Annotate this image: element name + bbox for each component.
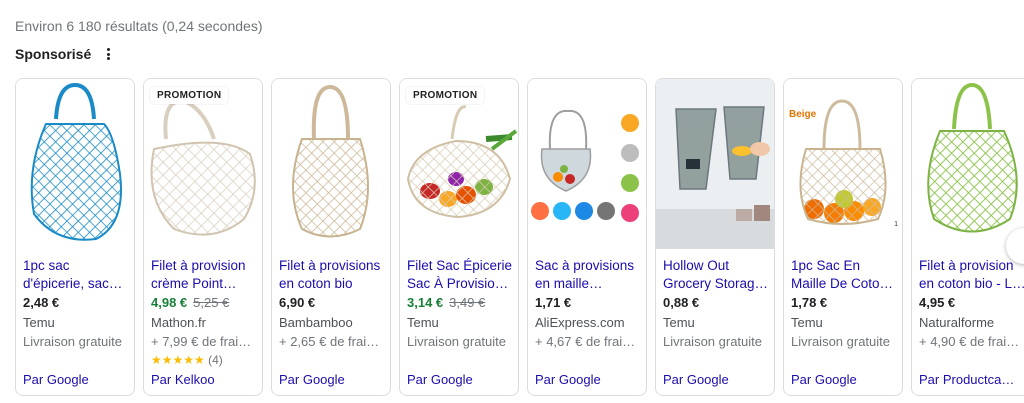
product-title[interactable]: Hollow Out Grocery Storag… xyxy=(663,257,773,293)
byline-link[interactable]: Par Kelkoo xyxy=(151,372,215,387)
product-price: 1,78 € xyxy=(791,295,828,310)
product-image[interactable] xyxy=(656,79,774,249)
multicolor-mesh-bags-icon xyxy=(531,109,639,222)
byline-link[interactable]: Par Google xyxy=(791,372,857,387)
product-title[interactable]: Sac à provisions en maille… xyxy=(535,257,645,293)
product-price: 6,90 € xyxy=(279,295,316,310)
product-title[interactable]: Filet à provision crème Point… xyxy=(151,257,261,293)
shipping-info: + 7,99 € de frai… xyxy=(151,334,252,349)
product-image[interactable] xyxy=(528,79,646,249)
product-price: 4,98 € xyxy=(151,295,188,310)
product-price: 2,48 € xyxy=(23,295,60,310)
product-card[interactable]: PROMOTION Filet Sac Épicerie Sac À Provis… xyxy=(399,78,519,396)
product-price: 3,14 € xyxy=(407,295,444,310)
results-stats: Environ 6 180 résultats (0,24 secondes) xyxy=(15,18,263,34)
cotton-mesh-bag-icon xyxy=(292,84,369,238)
blue-mesh-bag-icon xyxy=(30,82,122,241)
shipping-info: Livraison gratuite xyxy=(407,334,506,349)
shipping-info: Livraison gratuite xyxy=(791,334,890,349)
byline-link[interactable]: Par Google xyxy=(407,372,473,387)
sponsored-label: Sponsorisé xyxy=(15,46,92,62)
product-image[interactable]: PROMOTION xyxy=(400,79,518,249)
byline-link[interactable]: Par Google xyxy=(535,372,601,387)
merchant-name: Temu xyxy=(663,315,695,330)
product-image[interactable] xyxy=(912,79,1024,249)
shopping-carousel: 1pc sac d'épicerie, sac… 2,48 € Temu Livr… xyxy=(15,78,1024,396)
original-price: 5,25 € xyxy=(193,295,230,310)
cream-mesh-bag-icon xyxy=(150,98,256,236)
product-image[interactable] xyxy=(16,79,134,249)
product-price: 1,71 € xyxy=(535,295,572,310)
bag-with-vegetables-icon xyxy=(406,105,518,219)
merchant-name: Temu xyxy=(23,315,55,330)
product-rating: ★★★★★ (4) xyxy=(151,352,261,368)
merchant-name: Mathon.fr xyxy=(151,315,206,330)
product-title[interactable]: Filet à provisions en coton bio xyxy=(279,257,389,293)
product-card[interactable]: Beige 1 1pc Sac En Maille De Coto… 1,78 €… xyxy=(783,78,903,396)
product-image[interactable]: Beige 1 xyxy=(784,79,902,249)
merchant-name: AliExpress.com xyxy=(535,315,625,330)
product-card[interactable]: 1pc sac d'épicerie, sac… 2,48 € Temu Livr… xyxy=(15,78,135,396)
product-title[interactable]: 1pc Sac En Maille De Coto… xyxy=(791,257,901,293)
original-price: 3,49 € xyxy=(449,295,486,310)
product-price: 4,95 € xyxy=(919,295,956,310)
more-options-icon[interactable] xyxy=(103,46,113,62)
product-card[interactable]: Filet à provisions en coton bio 6,90 € Ba… xyxy=(271,78,391,396)
merchant-name: Bambamboo xyxy=(279,315,353,330)
merchant-name: Temu xyxy=(791,315,823,330)
promotion-badge: PROMOTION xyxy=(406,87,485,104)
beige-bag-oranges-icon xyxy=(799,99,887,225)
byline-link[interactable]: Par Productca… xyxy=(919,372,1014,387)
product-card[interactable]: Hollow Out Grocery Storag… 0,88 € Temu Li… xyxy=(655,78,775,396)
star-rating-icon: ★★★★★ xyxy=(151,353,205,367)
shipping-info: + 2,65 € de frai… xyxy=(279,334,380,349)
green-mesh-bag-icon xyxy=(927,82,1018,233)
hanging-storage-bags-icon xyxy=(656,79,774,249)
sponsored-header: Sponsorisé xyxy=(15,46,113,62)
merchant-name: Naturalforme xyxy=(919,315,995,330)
product-title[interactable]: Filet à provision en coton bio - L… xyxy=(919,257,1024,293)
byline-link[interactable]: Par Google xyxy=(663,372,729,387)
promotion-badge: PROMOTION xyxy=(150,87,229,104)
color-tag: Beige xyxy=(789,109,817,120)
byline-link[interactable]: Par Google xyxy=(279,372,345,387)
product-title[interactable]: Filet Sac Épicerie Sac À Provisio… xyxy=(407,257,517,293)
product-title[interactable]: 1pc sac d'épicerie, sac… xyxy=(23,257,133,293)
shipping-info: + 4,67 € de frai… xyxy=(535,334,636,349)
product-image[interactable] xyxy=(272,79,390,249)
rating-count: (4) xyxy=(208,353,223,367)
shipping-info: Livraison gratuite xyxy=(663,334,762,349)
product-price: 0,88 € xyxy=(663,295,700,310)
shipping-info: Livraison gratuite xyxy=(23,334,122,349)
image-corner-mark: 1 xyxy=(894,221,898,228)
merchant-name: Temu xyxy=(407,315,439,330)
product-image[interactable]: PROMOTION xyxy=(144,79,262,249)
product-card[interactable]: Sac à provisions en maille… 1,71 € AliExp… xyxy=(527,78,647,396)
shipping-info: + 4,90 € de frai… xyxy=(919,334,1020,349)
product-card[interactable]: PROMOTION Filet à provision crème Point… … xyxy=(143,78,263,396)
byline-link[interactable]: Par Google xyxy=(23,372,89,387)
